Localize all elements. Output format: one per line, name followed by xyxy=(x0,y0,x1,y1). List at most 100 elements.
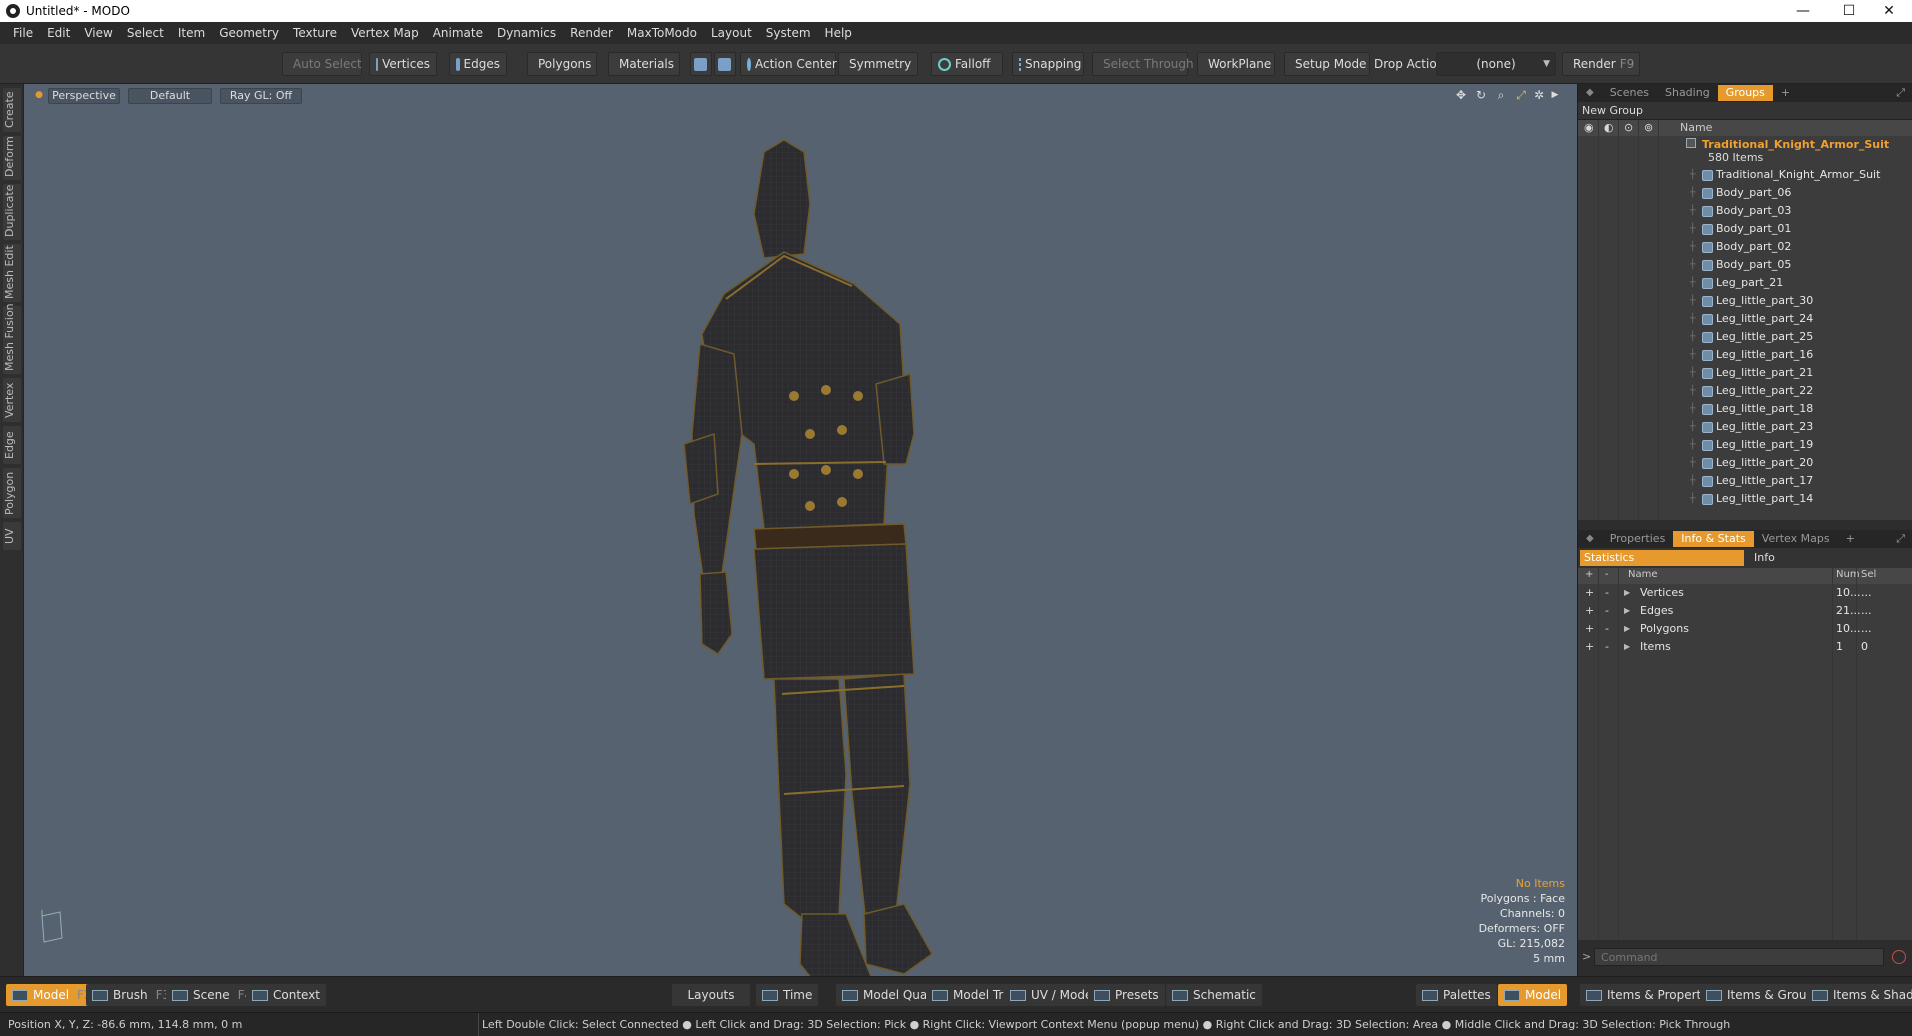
zoom-view-icon[interactable]: ⌕ xyxy=(1494,88,1508,102)
panel-expand-icon[interactable]: ⤢ xyxy=(1888,85,1912,101)
palettes-button[interactable]: Palettes xyxy=(1416,984,1497,1006)
menu-item[interactable]: Item xyxy=(171,26,212,40)
viewport-options-icon[interactable]: ● xyxy=(32,88,46,102)
info-expand-icon[interactable]: ⤢ xyxy=(1888,531,1912,547)
layout-schematic-button[interactable]: Schematic xyxy=(1166,984,1262,1006)
menu-view[interactable]: View xyxy=(77,26,119,40)
tab-create[interactable]: Create xyxy=(3,88,21,132)
add-tab-icon[interactable]: + xyxy=(1773,85,1798,101)
item-row[interactable]: ┼ Leg_little_part_21 xyxy=(1578,364,1912,382)
remove-stat-icon[interactable]: - xyxy=(1605,602,1609,620)
collapse-all-icon[interactable]: - xyxy=(1605,569,1609,580)
expand-all-icon[interactable]: + xyxy=(1585,569,1593,580)
stat-row[interactable]: + - ▶ Vertices 10...... xyxy=(1578,584,1912,602)
command-input[interactable] xyxy=(1594,948,1884,966)
layout-context-button[interactable]: Context xyxy=(246,984,327,1006)
layouts-button[interactable]: Layouts xyxy=(672,984,750,1006)
item-row[interactable]: ┼ Body_part_02 xyxy=(1578,238,1912,256)
menu-texture[interactable]: Texture xyxy=(286,26,344,40)
layout-time-button[interactable]: Time xyxy=(756,984,819,1006)
item-row[interactable]: ┼ Leg_little_part_18 xyxy=(1578,400,1912,418)
item-row[interactable]: ┼ Leg_part_21 xyxy=(1578,274,1912,292)
item-row[interactable]: ┼ Body_part_06 xyxy=(1578,184,1912,202)
item-row[interactable]: ┼ Leg_little_part_19 xyxy=(1578,436,1912,454)
pan-view-icon[interactable]: ✥ xyxy=(1454,88,1468,102)
tab-info-stats[interactable]: Info & Stats xyxy=(1673,531,1754,547)
menu-dynamics[interactable]: Dynamics xyxy=(490,26,563,40)
tab-polygon[interactable]: Polygon xyxy=(3,468,21,518)
add-stat-icon[interactable]: + xyxy=(1585,584,1594,602)
tab-mesh-fusion[interactable]: Mesh Fusion xyxy=(3,303,21,374)
menu-layout[interactable]: Layout xyxy=(704,26,759,40)
remove-stat-icon[interactable]: - xyxy=(1605,638,1609,656)
tab-groups[interactable]: Groups xyxy=(1717,85,1773,101)
new-group-button[interactable]: New Group xyxy=(1582,104,1643,117)
menu-system[interactable]: System xyxy=(759,26,818,40)
tab-mesh-edit[interactable]: Mesh Edit xyxy=(3,244,21,302)
command-history-icon[interactable] xyxy=(1892,950,1906,964)
remove-stat-icon[interactable]: - xyxy=(1605,584,1609,602)
item-row[interactable]: ┼ Leg_little_part_24 xyxy=(1578,310,1912,328)
layout-scene-button[interactable]: Scene F4 xyxy=(166,984,259,1006)
viewport-settings-icon[interactable]: ✲ xyxy=(1532,88,1546,102)
render-button[interactable]: Render F9 xyxy=(1562,52,1640,76)
menu-select[interactable]: Select xyxy=(120,26,171,40)
menu-vertex-map[interactable]: Vertex Map xyxy=(344,26,426,40)
panel-menu-icon[interactable]: ◆ xyxy=(1578,85,1602,101)
tab-info[interactable]: Info xyxy=(1754,550,1775,566)
stat-row[interactable]: + - ▶ Items 1 0 xyxy=(1578,638,1912,656)
3d-viewport[interactable]: ● Perspective Default Ray GL: Off ✥ ↻ ⌕ … xyxy=(24,84,1577,976)
remove-stat-icon[interactable]: - xyxy=(1605,620,1609,638)
menu-help[interactable]: Help xyxy=(818,26,859,40)
rotate-view-icon[interactable]: ↻ xyxy=(1474,88,1488,102)
vertices-button[interactable]: Vertices xyxy=(369,52,437,76)
layout-model-button[interactable]: Model F2 xyxy=(6,984,98,1006)
tab-deform[interactable]: Deform xyxy=(3,136,21,180)
polygons-button[interactable]: Polygons xyxy=(527,52,597,76)
tab-vertex[interactable]: Vertex xyxy=(3,378,21,422)
edges-button[interactable]: Edges xyxy=(449,52,507,76)
expand-triangle-icon[interactable]: ▶ xyxy=(1624,602,1630,620)
expand-triangle-icon[interactable]: ▶ xyxy=(1624,620,1630,638)
workplane-button[interactable]: WorkPlane xyxy=(1197,52,1275,76)
right-model-button[interactable]: Model xyxy=(1498,984,1568,1006)
menu-edit[interactable]: Edit xyxy=(40,26,77,40)
symmetry-button[interactable]: Symmetry xyxy=(838,52,918,76)
tab-duplicate[interactable]: Duplicate xyxy=(3,184,21,240)
tab-properties[interactable]: Properties xyxy=(1602,531,1674,547)
item-row[interactable]: ┼ Leg_little_part_30 xyxy=(1578,292,1912,310)
item-row[interactable]: ┼ Traditional_Knight_Armor_Suit xyxy=(1578,166,1912,184)
item-row[interactable]: ┼ Leg_little_part_20 xyxy=(1578,454,1912,472)
menu-render[interactable]: Render xyxy=(563,26,620,40)
tab-scenes[interactable]: Scenes xyxy=(1602,85,1657,101)
layout-brush-button[interactable]: Brush F3 xyxy=(86,984,177,1006)
add-stat-icon[interactable]: + xyxy=(1585,620,1594,638)
menu-maxtomodo[interactable]: MaxToModo xyxy=(620,26,704,40)
view-type-button[interactable]: Perspective xyxy=(48,88,120,104)
selection-mode-a-button[interactable] xyxy=(690,52,712,76)
tab-edge[interactable]: Edge xyxy=(3,426,21,464)
add-info-tab-icon[interactable]: + xyxy=(1838,531,1863,547)
minimize-button[interactable]: — xyxy=(1780,0,1826,22)
fit-view-icon[interactable]: ⤢ xyxy=(1514,88,1528,102)
selection-mode-b-button[interactable] xyxy=(714,52,736,76)
info-panel-menu-icon[interactable]: ◆ xyxy=(1578,531,1602,547)
viewport-expand-icon[interactable]: ▶ xyxy=(1548,88,1562,102)
item-row[interactable]: ┼ Leg_little_part_16 xyxy=(1578,346,1912,364)
expand-triangle-icon[interactable]: ▶ xyxy=(1624,638,1630,656)
layout-presets-button[interactable]: Presets xyxy=(1088,984,1165,1006)
menu-animate[interactable]: Animate xyxy=(426,26,490,40)
drop-action-select[interactable]: (none) ▼ xyxy=(1436,52,1556,76)
items-shading-button[interactable]: Items & Shading xyxy=(1806,984,1912,1006)
group-row[interactable]: Traditional_Knight_Armor_Suit 580 Items xyxy=(1578,136,1912,166)
item-row[interactable]: ┼ Body_part_05 xyxy=(1578,256,1912,274)
menu-file[interactable]: File xyxy=(6,26,40,40)
knight-armor-model[interactable] xyxy=(614,134,954,976)
item-row[interactable]: ┼ Leg_little_part_17 xyxy=(1578,472,1912,490)
auto-select-button[interactable]: Auto Select xyxy=(282,52,362,76)
stat-row[interactable]: + - ▶ Edges 21...... xyxy=(1578,602,1912,620)
action-center-button[interactable]: Action Center xyxy=(740,52,837,76)
menu-geometry[interactable]: Geometry xyxy=(212,26,286,40)
expand-triangle-icon[interactable]: ▶ xyxy=(1624,584,1630,602)
tab-shading[interactable]: Shading xyxy=(1657,85,1718,101)
